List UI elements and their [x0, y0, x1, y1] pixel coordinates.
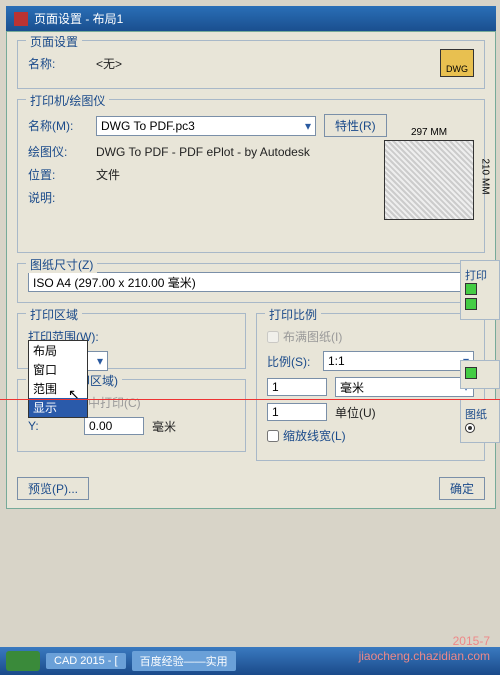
annotation-redline	[0, 399, 500, 400]
group-scale: 打印比例 布满图纸(I) 比例(S): 1:1 ▾ 毫米 ▾	[256, 313, 485, 461]
print-range-dropdown: 布局 窗口 范围 显示	[28, 340, 88, 418]
location-value: 文件	[96, 166, 120, 183]
group-print-area: 打印区域 打印范围(W): 布局 ▾ 布局 窗口 范围 显示 ↖	[17, 313, 246, 369]
cursor-icon: ↖	[68, 386, 80, 403]
plotter-label: 绘图仪:	[28, 143, 88, 160]
combo-value: DWG To PDF.pc3	[101, 119, 195, 133]
chevron-down-icon: ▾	[305, 119, 311, 133]
location-label: 位置:	[28, 166, 88, 183]
rc-label: 打印	[465, 270, 487, 282]
group-title: 打印比例	[265, 306, 321, 323]
scale-lineweight-checkbox[interactable]: 缩放线宽(L)	[267, 427, 346, 444]
taskbar-item[interactable]: 百度经验——实用	[132, 651, 236, 671]
y-input[interactable]	[84, 417, 144, 435]
group-printer: 打印机/绘图仪 名称(M): DWG To PDF.pc3 ▾ 特性(R) 绘图…	[17, 99, 485, 253]
dialog-window: 页面设置 - 布局1 页面设置 DWG 名称: <无> 打印机/绘图仪 名称(M…	[0, 0, 500, 509]
app-icon	[14, 12, 28, 26]
check-icon	[465, 283, 477, 295]
unit-mm: 毫米	[152, 418, 176, 435]
group-title: 图纸尺寸(Z)	[26, 256, 97, 273]
check-icon	[465, 367, 477, 379]
watermark-date: 2015-7	[359, 634, 490, 648]
window-title: 页面设置 - 布局1	[34, 10, 123, 27]
combo-value: 毫米	[340, 379, 364, 396]
combo-value: 1:1	[328, 354, 345, 368]
dropdown-option[interactable]: 布局	[29, 341, 87, 360]
group-page-setup: 页面设置 DWG 名称: <无>	[17, 40, 485, 89]
unit-label: 单位(U)	[335, 404, 376, 421]
group-title: 打印区域	[26, 306, 82, 323]
fit-paper-checkbox[interactable]: 布满图纸(I)	[267, 328, 342, 345]
group-title: 页面设置	[26, 33, 82, 50]
ratio-combo[interactable]: 1:1 ▾	[323, 351, 474, 371]
taskbar-item[interactable]: CAD 2015 - [	[46, 653, 126, 669]
preview-height: 210 MM	[479, 158, 490, 194]
combo-value: ISO A4 (297.00 x 210.00 毫米)	[33, 274, 196, 291]
name-value: <无>	[96, 55, 122, 72]
name-label: 名称:	[28, 55, 88, 72]
scale-den-input[interactable]	[267, 403, 327, 421]
rc-label: 图纸	[465, 409, 487, 421]
desc-label: 说明:	[28, 189, 88, 206]
group-paper-size: 图纸尺寸(Z) ISO A4 (297.00 x 210.00 毫米) ▾	[17, 263, 485, 303]
dropdown-option[interactable]: 窗口	[29, 360, 87, 379]
radio-icon[interactable]	[465, 423, 475, 433]
watermark-site: jiaocheng.chazidian.com	[359, 649, 490, 663]
group-title: 打印机/绘图仪	[26, 92, 109, 109]
unit-combo[interactable]: 毫米 ▾	[335, 377, 474, 397]
printer-name-combo[interactable]: DWG To PDF.pc3 ▾	[96, 116, 316, 136]
preview-width: 297 MM	[385, 127, 473, 138]
dwg-badge-icon: DWG	[440, 49, 474, 77]
ok-button[interactable]: 确定	[439, 477, 485, 500]
watermark: 2015-7 jiaocheng.chazidian.com	[359, 634, 490, 663]
paper-size-combo[interactable]: ISO A4 (297.00 x 210.00 毫米) ▾	[28, 272, 474, 292]
paper-preview: 297 MM 210 MM	[384, 140, 474, 220]
right-clipped-panels: 打印 图纸	[460, 260, 500, 453]
titlebar: 页面设置 - 布局1	[6, 6, 496, 31]
printer-name-label: 名称(M):	[28, 117, 88, 134]
chevron-down-icon: ▾	[97, 354, 103, 368]
ratio-label: 比例(S):	[267, 353, 315, 370]
preview-button[interactable]: 预览(P)...	[17, 477, 89, 500]
check-icon	[465, 298, 477, 310]
dialog-body: 页面设置 DWG 名称: <无> 打印机/绘图仪 名称(M): DWG To P…	[6, 31, 496, 509]
y-label: Y:	[28, 419, 76, 433]
scale-num-input[interactable]	[267, 378, 327, 396]
properties-button[interactable]: 特性(R)	[324, 114, 387, 137]
start-button[interactable]	[6, 651, 40, 671]
plotter-value: DWG To PDF - PDF ePlot - by Autodesk	[96, 145, 310, 159]
